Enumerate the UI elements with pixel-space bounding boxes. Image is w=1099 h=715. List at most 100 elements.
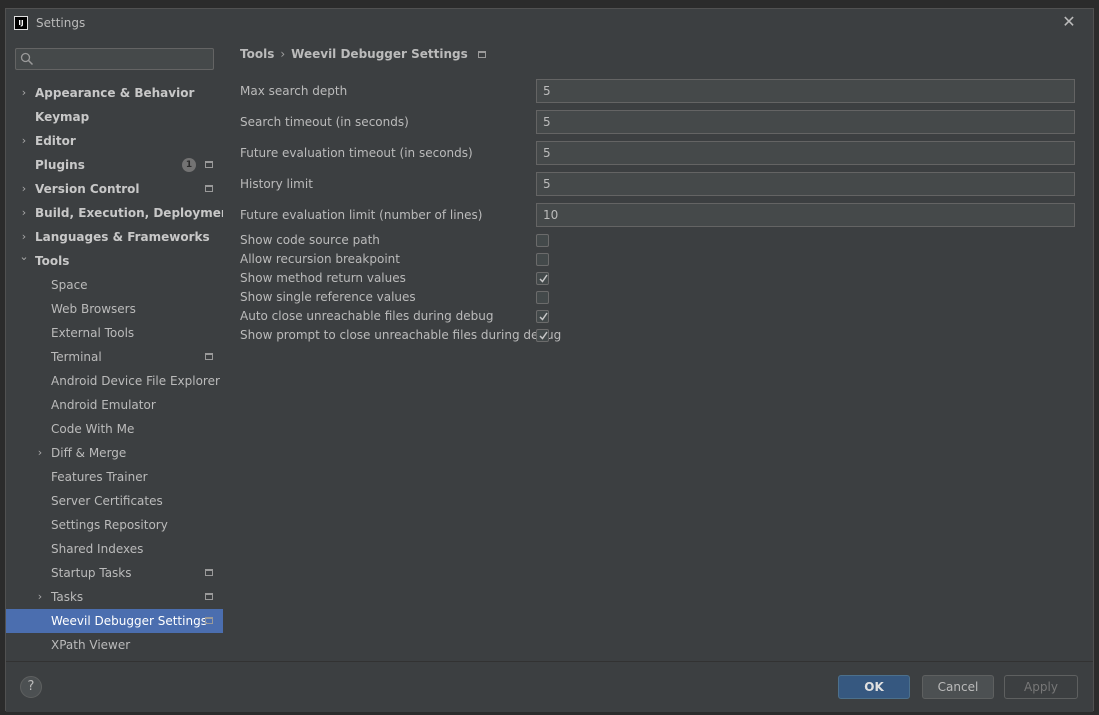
setting-label: Future evaluation limit (number of lines… — [240, 208, 483, 222]
setting-value-field[interactable] — [536, 110, 1075, 134]
checkbox-unchecked[interactable] — [536, 253, 549, 266]
sidebar-item-startup-tasks[interactable]: Startup Tasks — [6, 561, 223, 585]
setting-label: Search timeout (in seconds) — [240, 115, 409, 129]
chevron-right-icon[interactable]: › — [35, 585, 45, 609]
cancel-button[interactable]: Cancel — [922, 675, 994, 699]
checkbox-label[interactable]: Show method return values — [240, 269, 406, 288]
search-input[interactable] — [40, 50, 210, 68]
setting-label: History limit — [240, 177, 313, 191]
sidebar-item-label: Shared Indexes — [51, 542, 144, 556]
breadcrumb-current: Weevil Debugger Settings — [291, 47, 468, 61]
chevron-right-icon[interactable]: › — [19, 177, 29, 201]
sidebar-item-label: External Tools — [51, 326, 135, 340]
setting-value-field[interactable] — [536, 141, 1075, 165]
chevron-right-icon[interactable]: › — [19, 81, 29, 105]
checkmark-icon — [539, 312, 548, 321]
sidebar-item-languages-frameworks[interactable]: › Languages & Frameworks — [6, 225, 223, 249]
checkbox-label[interactable]: Show prompt to close unreachable files d… — [240, 326, 561, 345]
help-button[interactable]: ? — [20, 676, 42, 698]
checkbox-label[interactable]: Show single reference values — [240, 288, 416, 307]
ok-button[interactable]: OK — [838, 675, 910, 699]
sidebar-item-editor[interactable]: › Editor — [6, 129, 223, 153]
project-scope-icon — [477, 51, 486, 58]
chevron-right-icon[interactable]: › — [35, 441, 45, 465]
checkbox-label[interactable]: Auto close unreachable files during debu… — [240, 307, 493, 326]
apply-button[interactable]: Apply — [1004, 675, 1078, 699]
project-scope-icon — [205, 569, 213, 576]
project-scope-icon — [205, 185, 213, 192]
sidebar-item-xpath-viewer[interactable]: XPath Viewer — [6, 633, 223, 657]
checkbox-checked[interactable] — [536, 329, 549, 342]
setting-label: Future evaluation timeout (in seconds) — [240, 146, 473, 160]
settings-search[interactable] — [15, 48, 214, 70]
sidebar-item-settings-repository[interactable]: Settings Repository — [6, 513, 223, 537]
checkbox-checked[interactable] — [536, 272, 549, 285]
checkbox-checked[interactable] — [536, 310, 549, 323]
sidebar-item-label: Android Emulator — [51, 398, 156, 412]
settings-content: Tools › Weevil Debugger Settings Max searc… — [223, 39, 1093, 661]
settings-sidebar: › Appearance & Behavior Keymap › Editor Plugi… — [6, 39, 235, 661]
sidebar-item-label: Languages & Frameworks — [35, 230, 210, 244]
breadcrumb: Tools › Weevil Debugger Settings — [240, 47, 486, 63]
sidebar-item-terminal[interactable]: Terminal — [6, 345, 223, 369]
chevron-right-icon[interactable]: › — [19, 201, 29, 225]
project-scope-icon — [205, 617, 213, 624]
sidebar-item-label: Web Browsers — [51, 302, 136, 316]
project-scope-icon — [205, 353, 213, 360]
checkbox-label[interactable]: Show code source path — [240, 231, 380, 250]
project-scope-icon — [205, 161, 213, 168]
sidebar-item-weevil-debugger-settings[interactable]: Weevil Debugger Settings — [6, 609, 223, 633]
sidebar-item-external-tools[interactable]: External Tools — [6, 321, 223, 345]
chevron-down-icon[interactable]: ⌄ — [19, 245, 29, 269]
sidebar-item-diff-merge[interactable]: › Diff & Merge — [6, 441, 223, 465]
setting-value-field[interactable] — [536, 172, 1075, 196]
sidebar-item-build-execution-deployment[interactable]: › Build, Execution, Deployment — [6, 201, 235, 225]
sidebar-item-label: Editor — [35, 134, 76, 148]
sidebar-item-shared-indexes[interactable]: Shared Indexes — [6, 537, 223, 561]
search-icon — [20, 52, 34, 66]
sidebar-item-code-with-me[interactable]: Code With Me — [6, 417, 223, 441]
sidebar-item-label: Startup Tasks — [51, 566, 132, 580]
sidebar-item-keymap[interactable]: Keymap — [6, 105, 223, 129]
sidebar-item-version-control[interactable]: › Version Control — [6, 177, 223, 201]
checkmark-icon — [539, 274, 548, 283]
checkbox-unchecked[interactable] — [536, 291, 549, 304]
checkbox-label[interactable]: Allow recursion breakpoint — [240, 250, 400, 269]
project-scope-icon — [205, 593, 213, 600]
checkbox-unchecked[interactable] — [536, 234, 549, 247]
sidebar-item-android-device-file-explorer[interactable]: Android Device File Explorer — [6, 369, 223, 393]
settings-tree: › Appearance & Behavior Keymap › Editor Plugi… — [6, 81, 235, 657]
breadcrumb-parent[interactable]: Tools — [240, 47, 274, 61]
setting-value-field[interactable] — [536, 79, 1075, 103]
breadcrumb-separator: › — [280, 47, 286, 61]
sidebar-item-web-browsers[interactable]: Web Browsers — [6, 297, 223, 321]
sidebar-item-server-certificates[interactable]: Server Certificates — [6, 489, 223, 513]
sidebar-item-label: XPath Viewer — [51, 638, 131, 652]
dialog-footer: ? OK Cancel Apply — [6, 661, 1093, 712]
sidebar-item-label: Diff & Merge — [51, 446, 127, 460]
sidebar-item-android-emulator[interactable]: Android Emulator — [6, 393, 223, 417]
sidebar-item-label: Space — [51, 278, 88, 292]
sidebar-item-label: Features Trainer — [51, 470, 148, 484]
sidebar-item-label: Version Control — [35, 182, 140, 196]
checkmark-icon — [539, 331, 548, 340]
sidebar-item-tasks[interactable]: › Tasks — [6, 585, 223, 609]
sidebar-item-tools[interactable]: ⌄ Tools — [6, 249, 223, 273]
sidebar-item-label: Keymap — [35, 110, 90, 124]
sidebar-item-features-trainer[interactable]: Features Trainer — [6, 465, 223, 489]
setting-value-field[interactable] — [536, 203, 1075, 227]
sidebar-item-label: Server Certificates — [51, 494, 163, 508]
sidebar-item-appearance-behavior[interactable]: › Appearance & Behavior — [6, 81, 223, 105]
chevron-right-icon[interactable]: › — [19, 129, 29, 153]
sidebar-item-label: Tasks — [51, 590, 84, 604]
sidebar-item-label: Code With Me — [51, 422, 135, 436]
app-logo-icon: IJ — [14, 16, 28, 30]
sidebar-item-space[interactable]: Space — [6, 273, 223, 297]
sidebar-item-label: Android Device File Explorer — [51, 374, 220, 388]
sidebar-item-label: Appearance & Behavior — [35, 86, 195, 100]
sidebar-item-label: Tools — [35, 254, 70, 268]
update-count-badge: 1 — [182, 158, 196, 172]
close-icon[interactable]: ✕ — [1061, 14, 1077, 30]
sidebar-item-plugins[interactable]: Plugins 1 — [6, 153, 223, 177]
sidebar-item-label: Settings Repository — [51, 518, 168, 532]
